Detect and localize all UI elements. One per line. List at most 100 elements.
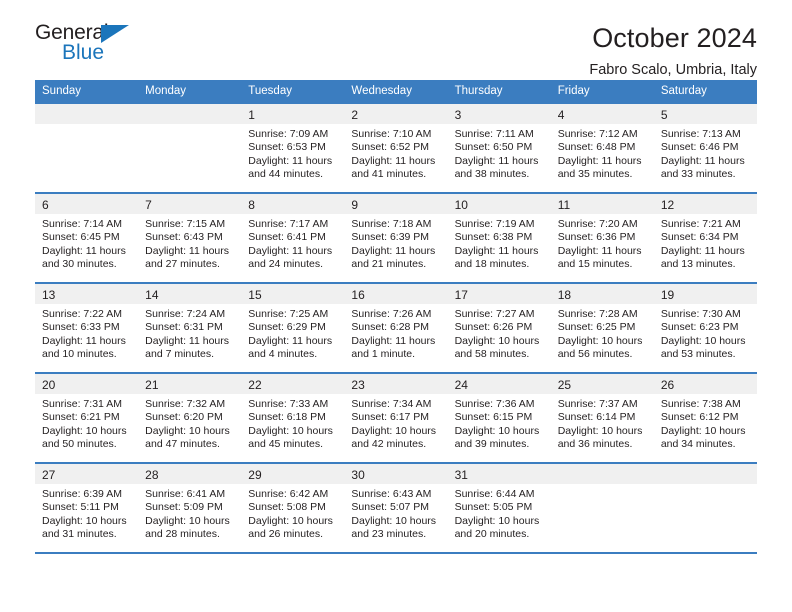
calendar-day-cell[interactable]: 10 Sunrise: 7:19 AM Sunset: 6:38 PM Dayligh… <box>447 192 551 283</box>
daylight-text-line1: Daylight: 11 hours <box>660 154 745 167</box>
day-number: 25 <box>550 374 654 394</box>
calendar-day-cell[interactable]: 13 Sunrise: 7:22 AM Sunset: 6:33 PM Dayligh… <box>35 282 139 373</box>
daylight-text-line2: and 20 minutes. <box>454 528 530 541</box>
day-number: 20 <box>35 374 139 394</box>
sunrise-text: Sunrise: 7:20 AM <box>557 218 638 230</box>
calendar-day-cell[interactable]: 14 Sunrise: 7:24 AM Sunset: 6:31 PM Dayligh… <box>138 282 242 373</box>
daylight-text-line2: and 39 minutes. <box>454 438 530 451</box>
calendar-day-cell[interactable]: 4 Sunrise: 7:12 AM Sunset: 6:48 PM Daylight… <box>550 102 654 193</box>
calendar-day-cell[interactable]: 29 Sunrise: 6:42 AM Sunset: 5:08 PM Dayligh… <box>241 462 345 554</box>
calendar-day-cell[interactable]: 24 Sunrise: 7:36 AM Sunset: 6:15 PM Dayligh… <box>447 372 551 463</box>
day-details: Sunrise: 7:27 AM Sunset: 6:26 PM Daylight:… <box>448 304 551 362</box>
calendar-day-cell[interactable]: 23 Sunrise: 7:34 AM Sunset: 6:17 PM Dayligh… <box>344 372 448 463</box>
weekday-header-saturday: Saturday <box>653 80 757 103</box>
day-details: Sunrise: 7:15 AM Sunset: 6:43 PM Daylight:… <box>138 214 241 272</box>
daylight-text-line2: and 36 minutes. <box>557 438 633 451</box>
sunrise-text: Sunrise: 7:21 AM <box>660 218 741 230</box>
day-number: 14 <box>138 284 242 304</box>
calendar-day-cell[interactable]: 20 Sunrise: 7:31 AM Sunset: 6:21 PM Dayligh… <box>35 372 139 463</box>
calendar-day-cell[interactable]: 2 Sunrise: 7:10 AM Sunset: 6:52 PM Daylight… <box>344 102 448 193</box>
daylight-text-line2: and 45 minutes. <box>248 438 323 451</box>
calendar-day-cell[interactable]: 12 Sunrise: 7:21 AM Sunset: 6:34 PM Dayligh… <box>653 192 757 283</box>
day-cell-inner: 6 Sunrise: 7:14 AM Sunset: 6:45 PM Daylight… <box>35 194 139 282</box>
calendar-day-cell[interactable]: 22 Sunrise: 7:33 AM Sunset: 6:18 PM Dayligh… <box>241 372 345 463</box>
calendar-day-cell[interactable]: 1 Sunrise: 7:09 AM Sunset: 6:53 PM Daylight… <box>241 102 345 193</box>
calendar-day-cell[interactable]: 31 Sunrise: 6:44 AM Sunset: 5:05 PM Dayligh… <box>447 462 551 554</box>
day-cell-inner <box>653 464 757 552</box>
day-details: Sunrise: 7:19 AM Sunset: 6:38 PM Daylight:… <box>448 214 551 272</box>
sunset-text: Sunset: 6:28 PM <box>351 321 430 334</box>
calendar-week-row: 20 Sunrise: 7:31 AM Sunset: 6:21 PM Dayligh… <box>35 372 757 463</box>
day-number: 27 <box>35 464 139 484</box>
sunset-text: Sunset: 6:41 PM <box>248 231 326 244</box>
day-number: 23 <box>344 374 448 394</box>
sunrise-text: Sunrise: 7:14 AM <box>42 218 122 230</box>
daylight-text-line1: Daylight: 11 hours <box>248 154 333 167</box>
calendar-day-cell[interactable]: 30 Sunrise: 6:43 AM Sunset: 5:07 PM Dayligh… <box>344 462 448 554</box>
calendar-page: General Blue October 2024 Fabro Scalo, U… <box>0 0 792 612</box>
day-cell-inner <box>35 104 139 192</box>
calendar-day-cell[interactable]: 6 Sunrise: 7:14 AM Sunset: 6:45 PM Daylight… <box>35 192 139 283</box>
daylight-text-line2: and 33 minutes. <box>660 168 736 181</box>
day-number: 17 <box>447 284 551 304</box>
day-details: Sunrise: 7:18 AM Sunset: 6:39 PM Daylight:… <box>344 214 447 272</box>
weekday-header-thursday: Thursday <box>447 80 551 103</box>
daylight-text-line2: and 44 minutes. <box>248 168 323 181</box>
sunrise-text: Sunrise: 7:13 AM <box>660 128 741 140</box>
day-details <box>551 484 654 488</box>
sunset-text: Sunset: 6:46 PM <box>660 141 739 154</box>
daylight-text-line1: Daylight: 10 hours <box>557 424 643 437</box>
calendar-day-cell[interactable]: 3 Sunrise: 7:11 AM Sunset: 6:50 PM Daylight… <box>447 102 551 193</box>
sunset-text: Sunset: 5:08 PM <box>248 501 326 514</box>
daylight-text-line2: and 35 minutes. <box>557 168 633 181</box>
page-subtitle: Fabro Scalo, Umbria, Italy <box>589 62 757 78</box>
calendar-day-cell[interactable]: 15 Sunrise: 7:25 AM Sunset: 6:29 PM Dayligh… <box>241 282 345 373</box>
day-details <box>35 124 138 128</box>
sunrise-text: Sunrise: 6:39 AM <box>42 488 122 500</box>
daylight-text-line2: and 31 minutes. <box>42 528 117 541</box>
day-cell-inner: 14 Sunrise: 7:24 AM Sunset: 6:31 PM Dayligh… <box>138 284 242 372</box>
calendar-day-cell[interactable]: 8 Sunrise: 7:17 AM Sunset: 6:41 PM Daylight… <box>241 192 345 283</box>
calendar-day-cell[interactable]: 5 Sunrise: 7:13 AM Sunset: 6:46 PM Daylight… <box>653 102 757 193</box>
calendar-day-cell[interactable]: 17 Sunrise: 7:27 AM Sunset: 6:26 PM Dayligh… <box>447 282 551 373</box>
sunset-text: Sunset: 6:39 PM <box>351 231 430 244</box>
sunset-text: Sunset: 6:52 PM <box>351 141 430 154</box>
sunset-text: Sunset: 6:26 PM <box>454 321 533 334</box>
sunrise-text: Sunrise: 6:41 AM <box>145 488 226 500</box>
sunset-text: Sunset: 6:48 PM <box>557 141 636 154</box>
day-cell-inner: 31 Sunrise: 6:44 AM Sunset: 5:05 PM Dayligh… <box>447 464 551 552</box>
daylight-text-line2: and 24 minutes. <box>248 258 323 271</box>
calendar-day-cell-empty <box>550 462 654 554</box>
sunrise-text: Sunrise: 7:36 AM <box>454 398 535 410</box>
daylight-text-line2: and 15 minutes. <box>557 258 633 271</box>
daylight-text-line1: Daylight: 11 hours <box>248 334 333 347</box>
weekday-header-monday: Monday <box>138 80 242 103</box>
day-details: Sunrise: 7:14 AM Sunset: 6:45 PM Daylight:… <box>35 214 138 272</box>
calendar-day-cell[interactable]: 27 Sunrise: 6:39 AM Sunset: 5:11 PM Dayligh… <box>35 462 139 554</box>
sunrise-text: Sunrise: 7:32 AM <box>145 398 226 410</box>
calendar-day-cell[interactable]: 18 Sunrise: 7:28 AM Sunset: 6:25 PM Dayligh… <box>550 282 654 373</box>
sunrise-text: Sunrise: 7:37 AM <box>557 398 638 410</box>
calendar-day-cell[interactable]: 11 Sunrise: 7:20 AM Sunset: 6:36 PM Dayligh… <box>550 192 654 283</box>
daylight-text-line1: Daylight: 10 hours <box>351 514 437 527</box>
day-number: 4 <box>550 104 654 124</box>
calendar-day-cell[interactable]: 9 Sunrise: 7:18 AM Sunset: 6:39 PM Daylight… <box>344 192 448 283</box>
day-details: Sunrise: 7:36 AM Sunset: 6:15 PM Daylight:… <box>448 394 551 452</box>
calendar-day-cell[interactable]: 28 Sunrise: 6:41 AM Sunset: 5:09 PM Dayligh… <box>138 462 242 554</box>
day-details: Sunrise: 6:41 AM Sunset: 5:09 PM Daylight:… <box>138 484 241 542</box>
calendar-day-cell[interactable]: 21 Sunrise: 7:32 AM Sunset: 6:20 PM Dayligh… <box>138 372 242 463</box>
sunset-text: Sunset: 6:43 PM <box>145 231 223 244</box>
sunrise-text: Sunrise: 7:28 AM <box>557 308 638 320</box>
calendar-day-cell[interactable]: 19 Sunrise: 7:30 AM Sunset: 6:23 PM Dayligh… <box>653 282 757 373</box>
day-number: 16 <box>344 284 448 304</box>
calendar-day-cell[interactable]: 26 Sunrise: 7:38 AM Sunset: 6:12 PM Dayligh… <box>653 372 757 463</box>
sunset-text: Sunset: 5:07 PM <box>351 501 430 514</box>
general-blue-logo[interactable]: General Blue <box>35 22 155 70</box>
calendar-day-cell[interactable]: 25 Sunrise: 7:37 AM Sunset: 6:14 PM Dayligh… <box>550 372 654 463</box>
daylight-text-line2: and 42 minutes. <box>351 438 427 451</box>
day-number: 5 <box>653 104 757 124</box>
calendar-day-cell[interactable]: 16 Sunrise: 7:26 AM Sunset: 6:28 PM Dayligh… <box>344 282 448 373</box>
calendar-day-cell[interactable]: 7 Sunrise: 7:15 AM Sunset: 6:43 PM Daylight… <box>138 192 242 283</box>
triangle-icon <box>101 25 129 43</box>
day-cell-inner: 29 Sunrise: 6:42 AM Sunset: 5:08 PM Dayligh… <box>241 464 345 552</box>
